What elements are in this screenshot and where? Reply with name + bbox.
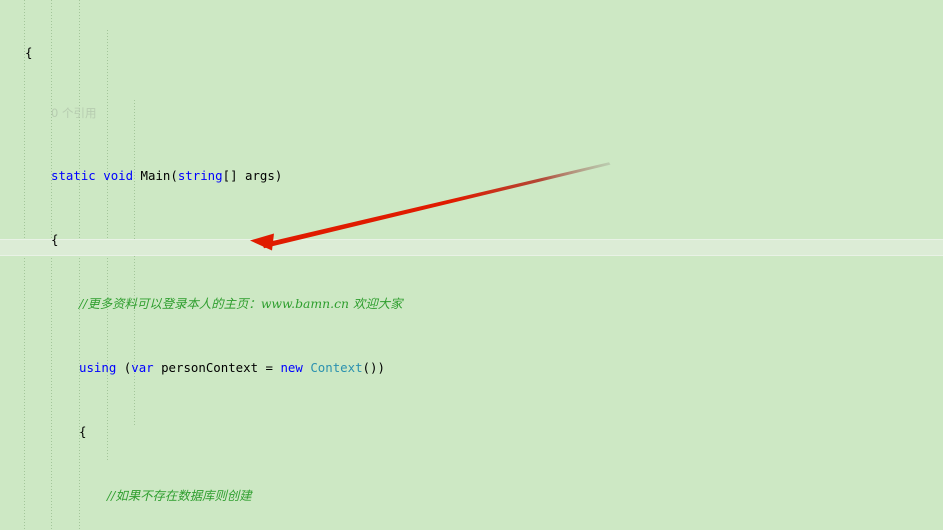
- code-line: using (var personContext = new Context()…: [79, 360, 385, 375]
- code-line: {: [79, 424, 87, 439]
- code-line: {: [51, 232, 59, 247]
- comment-line: //更多资料可以登录本人的主页：www.bamn.cn 欢迎大家: [79, 296, 403, 311]
- code-content: { 0 个引用 static void Main(string[] args) …: [0, 0, 943, 530]
- code-line: {: [25, 45, 33, 60]
- codelens-row[interactable]: 0 个引用: [0, 106, 943, 120]
- code-editor[interactable]: { 0 个引用 static void Main(string[] args) …: [0, 0, 943, 530]
- code-line: static void Main(string[] args): [51, 168, 283, 183]
- comment-line: //如果不存在数据库则创建: [107, 488, 252, 503]
- codelens-label[interactable]: 0 个引用: [51, 106, 96, 120]
